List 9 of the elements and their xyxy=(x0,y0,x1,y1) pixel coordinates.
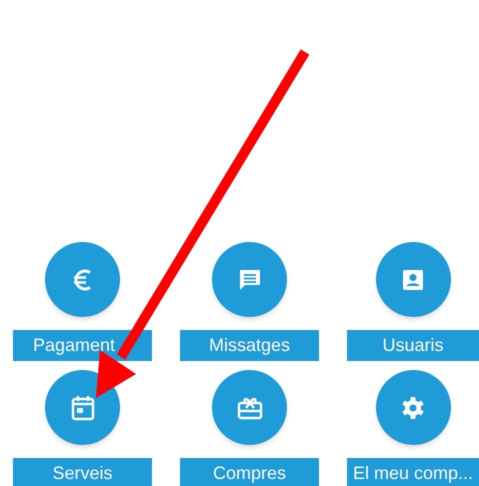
calendar-icon xyxy=(70,394,96,422)
tile-label[interactable]: Compres xyxy=(180,458,319,486)
tile-label[interactable]: El meu comp... xyxy=(347,458,479,486)
contact-card-icon xyxy=(401,268,425,292)
tile-label[interactable]: Missatges xyxy=(180,330,319,361)
tile-label[interactable]: Pagament xyxy=(13,330,152,361)
tile-label[interactable]: Serveis xyxy=(13,458,152,486)
tile-label[interactable]: Usuaris xyxy=(347,330,479,361)
settings-icon xyxy=(400,394,426,420)
